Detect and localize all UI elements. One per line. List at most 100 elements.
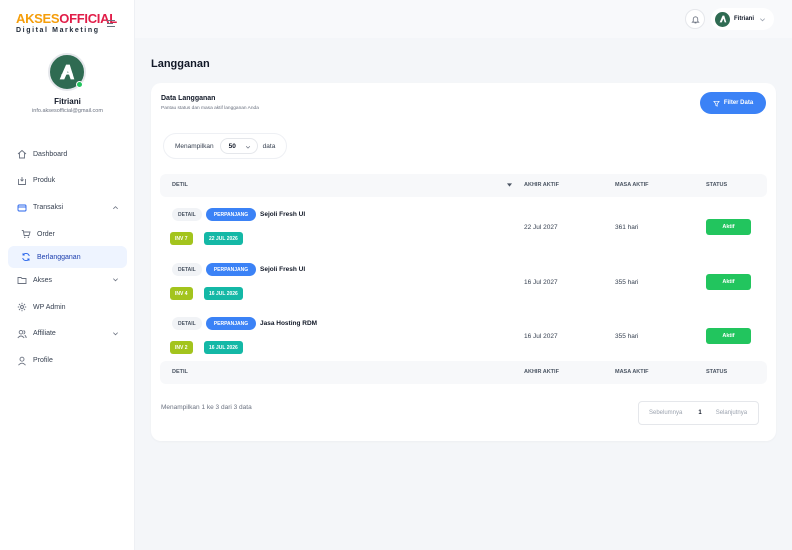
sidebar-item-wp-admin[interactable]: WP Admin <box>8 296 127 318</box>
folder-icon <box>17 275 27 285</box>
renewal-type-badge: PERPANJANG <box>206 208 256 221</box>
sidebar-item-label: WP Admin <box>33 303 66 311</box>
users-icon <box>17 329 27 339</box>
date-badge: 16 JUL 2026 <box>204 287 243 300</box>
product-name: Sejoli Fresh UI <box>260 266 306 273</box>
previous-page-button[interactable]: Sebelumnya <box>649 410 682 416</box>
page-size-control: Menampilkan 50 data <box>163 133 287 159</box>
chevron-down-icon <box>112 276 119 285</box>
renewal-type-badge: PERPANJANG <box>206 263 256 276</box>
home-icon <box>17 149 27 159</box>
current-page-button[interactable]: 1 <box>698 410 701 416</box>
table-footer-header: DETIL AKHIR AKTIF MASA AKTIF STATUS <box>160 361 767 384</box>
sidebar-item-akses[interactable]: Akses <box>8 269 127 291</box>
user-icon <box>17 356 27 366</box>
chevron-down-icon <box>245 144 251 152</box>
table-row: DETAIL PERPANJANG Jasa Hosting RDM INV 2… <box>160 310 767 365</box>
column-footer-end: AKHIR AKTIF <box>524 369 559 375</box>
filter-data-label: Filter Data <box>723 100 754 106</box>
active-period: 361 hari <box>615 224 639 231</box>
brand-logo[interactable]: AKSESOFFICIAL Digital Marketing <box>16 11 117 35</box>
sidebar: AKSESOFFICIAL Digital Marketing Fitriani… <box>0 0 135 550</box>
page-size-select[interactable]: 50 <box>219 138 258 154</box>
sort-caret-icon[interactable] <box>507 183 512 189</box>
avatar <box>48 53 86 91</box>
sidebar-nav: Dashboard Produk Transaksi Order Berlang… <box>8 143 127 377</box>
user-menu-button[interactable]: Fitriani <box>711 8 774 30</box>
refresh-icon <box>21 252 31 262</box>
sidebar-item-label: Berlangganan <box>37 253 81 261</box>
end-date: 16 Jul 2027 <box>524 279 558 286</box>
column-header-period[interactable]: MASA AKTIF <box>615 182 649 188</box>
column-header-end[interactable]: AKHIR AKTIF <box>524 182 559 188</box>
box-icon <box>17 176 27 186</box>
column-footer-detail: DETIL <box>172 369 188 375</box>
table-row: DETAIL PERPANJANG Sejoli Fresh UI INV 7 … <box>160 201 767 256</box>
column-header-status[interactable]: STATUS <box>706 182 727 188</box>
cart-icon <box>21 229 31 239</box>
detail-button[interactable]: DETAIL <box>172 263 202 276</box>
table-header: DETIL AKHIR AKTIF MASA AKTIF STATUS <box>160 174 767 197</box>
active-period: 355 hari <box>615 333 639 340</box>
card-subtitle: Pantau status dan masa aktif langganan A… <box>161 106 259 111</box>
column-footer-period: MASA AKTIF <box>615 369 649 375</box>
renewal-type-badge: PERPANJANG <box>206 317 256 330</box>
date-badge: 16 JUL 2026 <box>204 341 243 354</box>
column-header-detail[interactable]: DETIL <box>172 182 188 188</box>
sidebar-item-dashboard[interactable]: Dashboard <box>8 143 127 165</box>
logo-text-akses: AKSES <box>16 11 60 26</box>
invoice-badge[interactable]: INV 2 <box>170 341 193 354</box>
subscription-card: Data Langganan Pantau status dan masa ak… <box>151 83 776 441</box>
sidebar-item-berlangganan[interactable]: Berlangganan <box>8 246 127 269</box>
sidebar-item-label: Affiliate <box>33 330 56 338</box>
filter-icon <box>712 100 720 107</box>
notification-bell-icon[interactable] <box>685 9 705 29</box>
gear-icon <box>17 302 27 312</box>
sidebar-item-label: Akses <box>33 276 53 284</box>
invoice-badge[interactable]: INV 4 <box>170 287 193 300</box>
chevron-down-icon <box>759 10 766 28</box>
card-icon <box>17 203 27 213</box>
column-footer-status: STATUS <box>706 369 728 375</box>
status-badge: Aktif <box>706 274 751 290</box>
table-row: DETAIL PERPANJANG Sejoli Fresh UI INV 4 … <box>160 256 767 311</box>
page-size-value: 50 <box>228 142 236 150</box>
page-title: Langganan <box>151 58 210 70</box>
card-title: Data Langganan <box>161 95 216 102</box>
avatar <box>715 11 730 27</box>
logo-tagline: Digital Marketing <box>16 27 100 34</box>
chevron-up-icon <box>112 204 119 213</box>
user-name: Fitriani <box>54 97 81 106</box>
sidebar-item-produk[interactable]: Produk <box>8 170 127 192</box>
status-badge: Aktif <box>706 328 751 344</box>
sidebar-item-transaksi[interactable]: Transaksi <box>8 197 127 219</box>
sidebar-item-order[interactable]: Order <box>8 223 127 245</box>
sidebar-item-label: Order <box>37 230 55 238</box>
sidebar-item-affiliate[interactable]: Affiliate <box>8 323 127 345</box>
detail-button[interactable]: DETAIL <box>172 208 202 221</box>
end-date: 16 Jul 2027 <box>524 333 558 340</box>
product-name: Jasa Hosting RDM <box>260 320 318 327</box>
product-name: Sejoli Fresh UI <box>260 211 306 218</box>
next-page-button[interactable]: Selanjutnya <box>716 410 747 416</box>
active-period: 355 hari <box>615 279 639 286</box>
status-badge: Aktif <box>706 219 751 235</box>
detail-button[interactable]: DETAIL <box>172 317 202 330</box>
menu-toggle-icon[interactable] <box>107 20 115 27</box>
filter-data-button[interactable]: Filter Data <box>700 92 766 114</box>
page-size-label: Menampilkan <box>175 142 214 150</box>
header-user-name: Fitriani <box>734 16 755 22</box>
pagination: Sebelumnya 1 Selanjutnya <box>638 401 759 425</box>
invoice-badge[interactable]: INV 7 <box>170 232 193 245</box>
sidebar-item-label: Profile <box>33 357 53 365</box>
sidebar-item-label: Transaksi <box>33 204 64 212</box>
chevron-down-icon <box>112 330 119 339</box>
top-bar: Fitriani <box>135 0 792 38</box>
online-status-dot <box>76 81 83 88</box>
sidebar-item-label: Produk <box>33 177 56 185</box>
user-email: info.aksesofficial@gmail.com <box>32 108 103 114</box>
sidebar-item-profile[interactable]: Profile <box>8 350 127 372</box>
pagination-info: Menampilkan 1 ke 3 dari 3 data <box>161 404 252 411</box>
page-size-suffix: data <box>262 142 276 150</box>
sidebar-item-label: Dashboard <box>33 150 68 158</box>
